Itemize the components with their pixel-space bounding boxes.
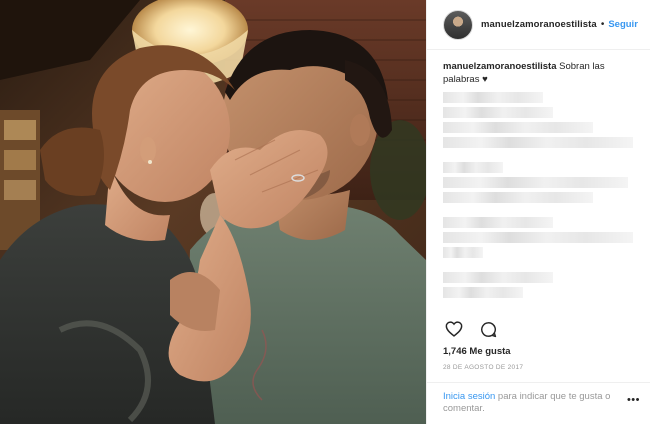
post-date: 28 DE AGOSTO DE 2017 [443, 364, 524, 371]
blurred-comment-line [443, 232, 633, 243]
blurred-comment-line [443, 162, 503, 173]
caption: manuelzamoranoestilista Sobran las palab… [443, 60, 638, 86]
post-header: manuelzamoranoestilista • Seguir [427, 0, 650, 50]
blurred-comment-line [443, 272, 553, 283]
blurred-comment-line [443, 122, 593, 133]
couple-kiss-photo [0, 0, 426, 424]
blurred-comment-line [443, 217, 553, 228]
login-link[interactable]: Inicia sesión [443, 391, 495, 402]
blurred-comment-line [443, 107, 553, 118]
post-side-panel: manuelzamoranoestilista • Seguir manuelz… [426, 0, 650, 424]
more-options-icon[interactable]: ••• [627, 394, 640, 406]
blurred-comment-line [443, 92, 543, 103]
comments-section: manuelzamoranoestilista Sobran las palab… [427, 50, 650, 304]
username-link[interactable]: manuelzamoranoestilista [481, 19, 597, 30]
separator-dot: • [600, 19, 605, 30]
post-photo[interactable] [0, 0, 426, 424]
blurred-comments [443, 92, 638, 298]
blurred-comment-line [443, 177, 628, 188]
blurred-comment-line [443, 137, 633, 148]
heart-outline-icon[interactable] [443, 318, 465, 340]
caption-username[interactable]: manuelzamoranoestilista [443, 61, 557, 72]
instagram-post: manuelzamoranoestilista • Seguir manuelz… [0, 0, 650, 424]
login-prompt: Inicia sesión para indicar que te gusta … [427, 382, 650, 415]
comment-bubble-icon[interactable] [477, 318, 499, 340]
action-bar [443, 318, 499, 340]
blurred-comment-line [443, 287, 523, 298]
avatar[interactable] [443, 9, 473, 40]
follow-button[interactable]: Seguir [608, 19, 638, 30]
blurred-comment-line [443, 247, 483, 258]
likes-count[interactable]: 1,746 Me gusta [443, 346, 511, 357]
blurred-comment-line [443, 192, 593, 203]
